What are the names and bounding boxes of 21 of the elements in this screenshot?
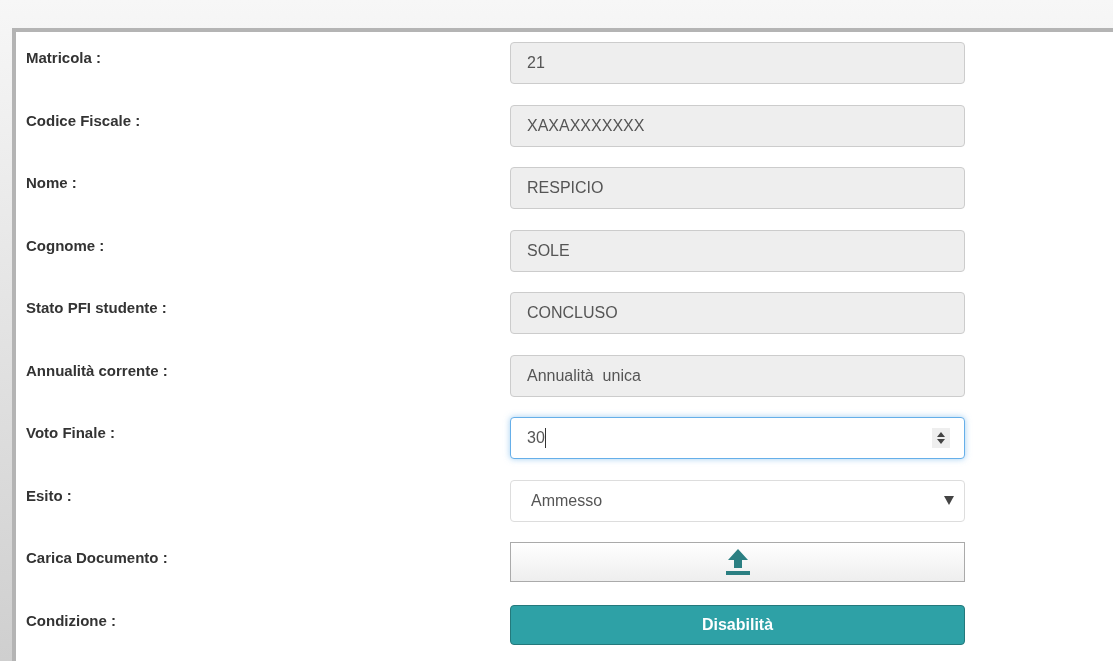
dropdown[interactable]: Ammesso [510, 479, 965, 522]
field-label: Matricola : [26, 49, 101, 66]
readonly-field[interactable]: SOLE [510, 229, 965, 272]
field-label: Voto Finale : [26, 424, 115, 441]
upload-icon [724, 548, 751, 576]
spinner-icon[interactable] [932, 428, 950, 448]
field-label: Annualità corrente : [26, 361, 168, 379]
readonly-field[interactable]: Annualità unica [510, 354, 965, 397]
number-field[interactable]: 30 [510, 417, 965, 459]
readonly-field[interactable]: XAXAXXXXXXX [510, 104, 965, 147]
field-label: Codice Fiscale : [26, 111, 141, 129]
field-label: Cognome : [26, 236, 105, 254]
field-label: Stato PFI studente : [26, 299, 167, 316]
field-label: Esito : [26, 486, 72, 504]
field-label: Condizione : [26, 611, 116, 629]
readonly-field[interactable]: 21 [510, 42, 965, 84]
readonly-field[interactable]: CONCLUSO [510, 292, 965, 334]
readonly-field[interactable]: RESPICIO [510, 167, 965, 209]
field-label: Nome : [26, 174, 77, 191]
field-label: Carica Documento : [26, 549, 168, 566]
caret-icon [944, 496, 954, 505]
